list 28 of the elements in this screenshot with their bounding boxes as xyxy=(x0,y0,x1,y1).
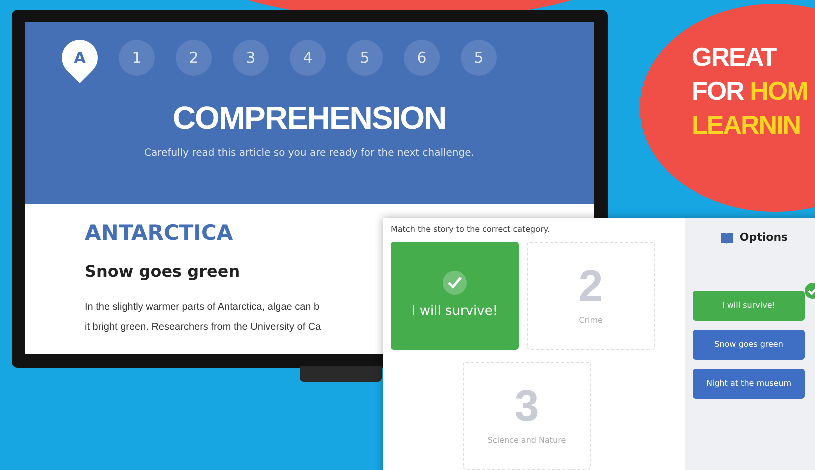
topic-title: ANTARCTICA xyxy=(85,220,234,247)
step-button[interactable]: 2 xyxy=(176,40,212,76)
category-card[interactable]: I will survive! xyxy=(391,242,519,350)
lesson-title: COMPREHENSION xyxy=(172,99,446,138)
step-button[interactable]: 6 xyxy=(404,40,440,76)
category-label: Crime xyxy=(579,315,603,327)
article-heading: Snow goes green xyxy=(85,260,240,282)
step-button[interactable]: 4 xyxy=(290,40,326,76)
step-button[interactable]: 3 xyxy=(233,40,269,76)
option-button[interactable]: Snow goes green xyxy=(693,330,805,360)
options-title: Options xyxy=(740,230,788,246)
step-button[interactable]: 5 xyxy=(461,40,497,76)
lesson-subtitle: Carefully read this article so you are ready for the next challenge. xyxy=(144,147,474,161)
option-button[interactable]: I will survive! xyxy=(693,290,805,320)
article-text: In the slightly warmer parts of Antarctica, algae can b xyxy=(85,300,320,314)
badge-text: GREAT xyxy=(692,42,776,72)
check-icon xyxy=(442,270,468,296)
step-button[interactable]: 5 xyxy=(347,40,383,76)
article-text: it bright green. Researchers from the University of Ca xyxy=(85,320,322,334)
badge-text: HOM xyxy=(750,76,808,106)
step-button[interactable]: 1 xyxy=(119,40,155,76)
badge-text: LEARNIN xyxy=(692,110,801,140)
category-label: Science and Nature xyxy=(488,435,566,447)
category-answer: I will survive! xyxy=(412,303,498,322)
instruction-text: Match the story to the correct category. xyxy=(391,224,551,236)
badge-text: FOR xyxy=(692,76,744,106)
option-button[interactable]: Night at the museum xyxy=(693,368,805,398)
book-icon xyxy=(720,232,734,244)
